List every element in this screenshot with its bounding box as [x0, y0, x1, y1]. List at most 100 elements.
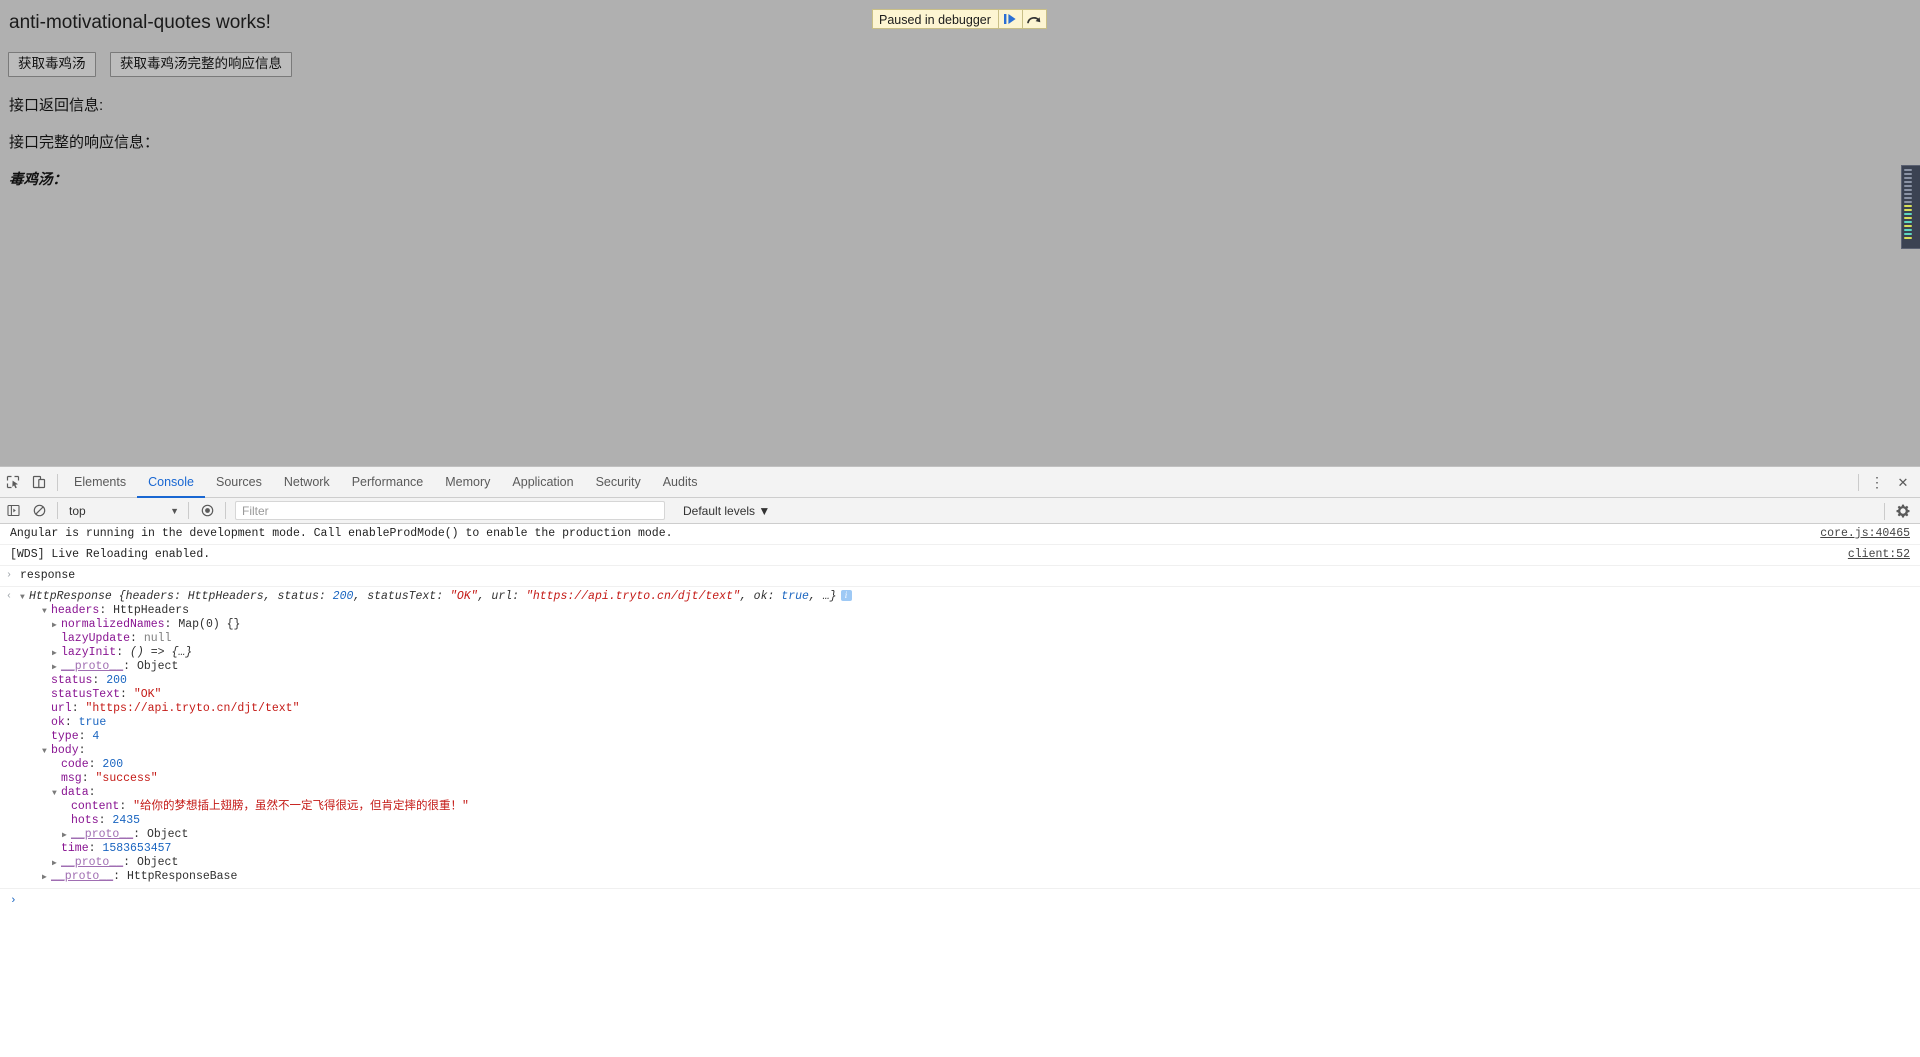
execution-context-value: top: [69, 503, 86, 518]
no-triangle-spacer: [62, 815, 71, 828]
console-message-list[interactable]: Angular is running in the development mo…: [0, 524, 1920, 1056]
object-property-row[interactable]: ok: true: [20, 716, 1920, 730]
object-property-row[interactable]: msg: "success": [20, 772, 1920, 786]
expand-triangle-icon[interactable]: ▼: [20, 591, 29, 604]
tab-security[interactable]: Security: [585, 467, 652, 497]
minimap-line: [1904, 181, 1912, 183]
property-key: content: [71, 800, 120, 813]
clear-console-icon[interactable]: [26, 498, 52, 524]
expand-triangle-icon[interactable]: ▶: [42, 871, 51, 884]
object-property-row[interactable]: statusText: "OK": [20, 688, 1920, 702]
tab-console[interactable]: Console: [137, 467, 205, 498]
live-expression-icon[interactable]: [194, 498, 220, 524]
chevron-down-icon: ▼: [170, 505, 179, 516]
console-sidebar-icon[interactable]: [0, 498, 26, 524]
expand-triangle-icon[interactable]: ▶: [52, 619, 61, 632]
no-triangle-spacer: [62, 801, 71, 814]
no-triangle-spacer: [52, 773, 61, 786]
object-property-row[interactable]: status: 200: [20, 674, 1920, 688]
console-toolbar: top ▼ Default levels ▼: [0, 498, 1920, 524]
resume-script-icon[interactable]: [997, 10, 1022, 28]
property-key: msg: [61, 772, 82, 785]
object-property-row[interactable]: type: 4: [20, 730, 1920, 744]
console-log-levels-selector[interactable]: Default levels ▼: [683, 504, 770, 518]
property-separator: :: [88, 842, 103, 855]
object-property-row[interactable]: ▶ __proto__: Object: [20, 660, 1920, 674]
tab-memory[interactable]: Memory: [434, 467, 501, 497]
object-property-row[interactable]: ▶ normalizedNames: Map(0) {}: [20, 618, 1920, 632]
property-separator: :: [164, 618, 179, 631]
no-triangle-spacer: [52, 759, 61, 772]
property-key: __proto__: [51, 870, 114, 883]
console-filter-input[interactable]: [235, 501, 665, 520]
console-source-link[interactable]: core.js:40465: [1820, 527, 1910, 541]
expand-triangle-icon[interactable]: ▶: [52, 857, 61, 870]
toggle-device-toolbar-icon[interactable]: [26, 469, 52, 495]
minimap-line: [1904, 209, 1912, 211]
property-separator: :: [123, 856, 137, 869]
more-options-icon[interactable]: ⋮: [1864, 470, 1890, 496]
console-message-text: Angular is running in the development mo…: [10, 527, 673, 540]
object-property-row[interactable]: time: 1583653457: [20, 842, 1920, 856]
object-property-row[interactable]: code: 200: [20, 758, 1920, 772]
collapse-triangle-icon[interactable]: ▼: [42, 745, 51, 758]
prompt-caret-icon: ›: [10, 895, 17, 907]
object-header-line[interactable]: ▼ HttpResponse {headers: HttpHeaders, sta…: [20, 590, 1920, 604]
no-triangle-spacer: [52, 843, 61, 856]
minimap-line: [1904, 229, 1912, 231]
minimap-line: [1904, 237, 1912, 239]
inspect-element-icon[interactable]: [0, 469, 26, 495]
tab-sources[interactable]: Sources: [205, 467, 273, 497]
step-over-icon[interactable]: [1021, 10, 1046, 28]
preview-segment: , ok:: [739, 590, 782, 603]
tab-network[interactable]: Network: [273, 467, 341, 497]
collapse-triangle-icon[interactable]: ▼: [42, 605, 51, 618]
console-source-link[interactable]: client:52: [1848, 548, 1910, 562]
execution-context-selector[interactable]: top ▼: [63, 501, 183, 521]
minimap-line: [1904, 205, 1912, 207]
fetch-full-response-button[interactable]: 获取毒鸡汤完整的响应信息: [109, 52, 292, 77]
property-separator: :: [113, 870, 127, 883]
object-property-row[interactable]: ▼ body:: [20, 744, 1920, 758]
object-property-row[interactable]: ▼ data:: [20, 786, 1920, 800]
code-minimap[interactable]: [1901, 165, 1920, 249]
property-separator: :: [130, 632, 144, 645]
tab-elements[interactable]: Elements: [63, 467, 137, 497]
tab-audits[interactable]: Audits: [652, 467, 709, 497]
info-badge-icon[interactable]: i: [840, 590, 852, 601]
object-property-row[interactable]: ▶ __proto__: Object: [20, 856, 1920, 870]
property-key: headers: [51, 604, 100, 617]
tab-performance[interactable]: Performance: [341, 467, 435, 497]
toolbar-divider-right: [1858, 474, 1859, 491]
property-separator: :: [71, 702, 86, 715]
devtools-tabbar-actions: ⋮ ✕: [1853, 467, 1916, 498]
settings-gear-icon[interactable]: [1890, 498, 1916, 524]
property-value: 1583653457: [102, 842, 172, 855]
object-property-row[interactable]: ▶ __proto__: Object: [20, 828, 1920, 842]
expand-triangle-icon[interactable]: ▶: [52, 647, 61, 660]
toolbar-divider: [57, 473, 58, 491]
object-property-row[interactable]: ▶ lazyInit: () => {…}: [20, 646, 1920, 660]
console-prompt-row[interactable]: ›: [0, 889, 1920, 911]
fetch-quote-button[interactable]: 获取毒鸡汤: [8, 52, 96, 77]
expand-triangle-icon[interactable]: ▶: [62, 829, 71, 842]
tab-application[interactable]: Application: [501, 467, 584, 497]
object-property-row[interactable]: hots: 2435: [20, 814, 1920, 828]
object-property-row[interactable]: content: "给你的梦想插上翅膀，虽然不一定飞得很远，但肯定摔的很重！": [20, 800, 1920, 814]
preview-segment: true: [781, 590, 809, 603]
minimap-line: [1904, 197, 1912, 199]
console-toolbar-divider-4: [1884, 502, 1885, 520]
preview-segment: , statusText:: [353, 590, 451, 603]
collapse-triangle-icon[interactable]: ▼: [52, 787, 61, 800]
console-message-row: [WDS] Live Reloading enabled. client:52: [0, 545, 1920, 566]
close-devtools-icon[interactable]: ✕: [1890, 470, 1916, 496]
preview-segment: , url:: [477, 590, 526, 603]
property-value: 200: [106, 674, 127, 687]
object-property-row[interactable]: lazyUpdate: null: [20, 632, 1920, 646]
property-value: HttpHeaders: [113, 604, 190, 617]
object-property-row[interactable]: ▼ headers: HttpHeaders: [20, 604, 1920, 618]
response-info-label: 接口返回信息:: [9, 97, 104, 114]
object-property-row[interactable]: ▶ __proto__: HttpResponseBase: [20, 870, 1920, 884]
object-property-row[interactable]: url: "https://api.tryto.cn/djt/text": [20, 702, 1920, 716]
expand-triangle-icon[interactable]: ▶: [52, 661, 61, 674]
